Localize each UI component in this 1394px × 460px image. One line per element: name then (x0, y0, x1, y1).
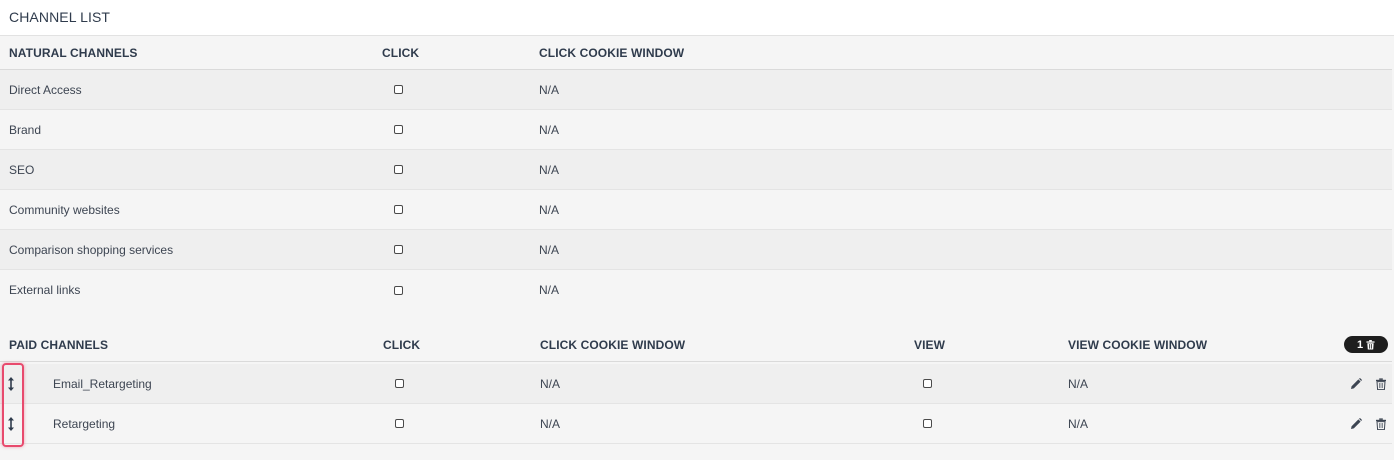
table-row: SEO N/A (0, 150, 1392, 190)
click-cookie-value: N/A (539, 283, 560, 297)
natural-channels-header: NATURAL CHANNELS (9, 45, 138, 60)
click-cookie-value: N/A (539, 122, 560, 137)
table-row: Comparison shopping services N/A (0, 230, 1392, 270)
view-checkbox[interactable] (923, 379, 932, 388)
table-row: Direct Access N/A (0, 70, 1392, 110)
channel-name: Brand (9, 122, 42, 137)
channel-name: Comparison shopping services (9, 242, 174, 257)
click-checkbox[interactable] (394, 285, 403, 295)
channel-name: Email_Retargeting (53, 376, 152, 391)
channel-name: Direct Access (9, 82, 82, 97)
click-checkbox[interactable] (394, 205, 403, 214)
view-cookie-value: N/A (1068, 416, 1089, 431)
channel-name: External links (9, 283, 81, 297)
natural-header-row: NATURAL CHANNELS CLICK CLICK COOKIE WIND… (0, 36, 1392, 70)
click-cookie-value: N/A (539, 82, 560, 97)
drag-vertical-icon (8, 417, 14, 431)
click-cookie-window-header: CLICK COOKIE WINDOW (540, 337, 686, 352)
drag-handle[interactable] (6, 376, 16, 392)
drag-vertical-icon (8, 377, 14, 391)
click-cookie-value: N/A (539, 242, 560, 257)
pencil-icon[interactable] (1350, 378, 1362, 390)
click-checkbox[interactable] (394, 125, 403, 134)
click-checkbox[interactable] (395, 379, 404, 388)
click-checkbox[interactable] (394, 165, 403, 174)
page-title: CHANNEL LIST (9, 9, 111, 25)
title-bar: CHANNEL LIST (0, 0, 1394, 36)
view-cookie-window-header: VIEW COOKIE WINDOW (1068, 337, 1208, 352)
view-header: VIEW (914, 337, 946, 352)
trash-icon[interactable] (1375, 418, 1387, 430)
trash-icon (1366, 339, 1375, 349)
click-header: CLICK (382, 45, 420, 60)
click-cookie-value: N/A (539, 162, 560, 177)
channel-name: SEO (9, 162, 35, 177)
click-checkbox[interactable] (394, 85, 403, 94)
click-header: CLICK (383, 337, 421, 352)
click-checkbox[interactable] (394, 245, 403, 254)
click-cookie-value: N/A (540, 416, 561, 431)
click-cookie-value: N/A (540, 376, 561, 391)
channel-name: Retargeting (53, 416, 116, 431)
deleted-channels-badge[interactable]: 1 (1344, 336, 1388, 353)
click-checkbox[interactable] (395, 419, 404, 428)
table-row: Email_Retargeting N/A N/A (0, 364, 1392, 404)
view-cookie-value: N/A (1068, 376, 1089, 391)
pencil-icon[interactable] (1350, 418, 1362, 430)
drag-handle[interactable] (6, 416, 16, 432)
view-checkbox[interactable] (923, 419, 932, 428)
deleted-count: 1 (1356, 338, 1364, 351)
channel-table: NATURAL CHANNELS CLICK CLICK COOKIE WIND… (0, 36, 1394, 460)
trash-icon[interactable] (1375, 378, 1387, 390)
table-row: External links N/A (0, 270, 1392, 310)
channel-name: Community websites (9, 202, 120, 217)
click-cookie-value: N/A (539, 202, 560, 217)
table-row: Brand N/A (0, 110, 1392, 150)
paid-header-row: PAID CHANNELS CLICK CLICK COOKIE WINDOW … (0, 328, 1392, 362)
table-row: Community websites N/A (0, 190, 1392, 230)
click-cookie-window-header: CLICK COOKIE WINDOW (539, 45, 685, 60)
table-row: Retargeting N/A N/A (0, 404, 1392, 444)
paid-channels-header: PAID CHANNELS (9, 337, 109, 352)
